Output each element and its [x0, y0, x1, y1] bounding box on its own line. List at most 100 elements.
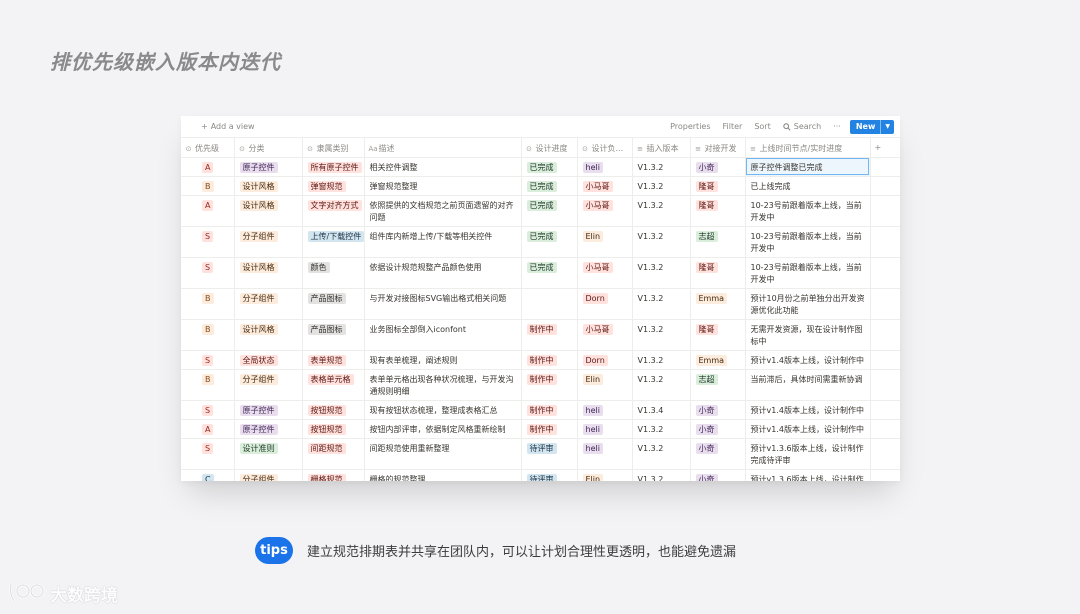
cell-category[interactable]: 原子控件	[234, 157, 303, 177]
cell-version[interactable]: V1.3.2	[632, 157, 691, 177]
table-row[interactable]: A 原子控件 按钮规范 按钮内部评审，依据制定风格重新绘制 制作中 heli V1.3.2 小…	[181, 419, 900, 439]
cell-version[interactable]: V1.3.4	[632, 400, 691, 420]
cell-timeline[interactable]: 预计v1.4版本上线，设计制作中	[745, 400, 871, 420]
table-row[interactable]: B 分子组件 表格单元格 表单单元格出现各种状况梳理，与开发沟通规则明细 制作中 Elin…	[181, 369, 900, 401]
cell-category[interactable]: 分子组件	[234, 469, 303, 481]
column-header-version[interactable]: ≡ 插入版本	[632, 138, 691, 158]
cell-version[interactable]: V1.3.2	[632, 226, 691, 258]
cell-prio[interactable]: A	[181, 195, 235, 227]
table-row[interactable]: C 分子组件 栅格规范 栅格的规范整理 待评审 Elin V1.3.2 小奇 预计v1.3.6版…	[181, 469, 900, 481]
cell-desc[interactable]: 业务图标全部倒入iconfont	[364, 319, 522, 351]
cell-dev[interactable]: 小奇	[690, 419, 746, 439]
cell-category[interactable]: 设计风格	[234, 195, 303, 227]
cell-timeline[interactable]: 10-23号前跟着版本上线，当前开发中	[745, 226, 871, 258]
cell-dev[interactable]: 志超	[690, 226, 746, 258]
cell-dev[interactable]: 小奇	[690, 400, 746, 420]
cell-category[interactable]: 全局状态	[234, 350, 303, 370]
column-header-owner[interactable]: ⊙ 设计负...	[577, 138, 633, 158]
table-row[interactable]: S 设计准则 间距规范 间距规范使用重新整理 待评审 heli V1.3.2 小奇 预计v1.3…	[181, 438, 900, 470]
cell-prio[interactable]: S	[181, 400, 235, 420]
cell-owner[interactable]: 小马哥	[577, 319, 633, 351]
cell-dev[interactable]: 隆哥	[690, 257, 746, 289]
cell-prio[interactable]: A	[181, 157, 235, 177]
cell-category[interactable]: 分子组件	[234, 226, 303, 258]
cell-version[interactable]: V1.3.2	[632, 257, 691, 289]
cell-prio[interactable]: B	[181, 369, 235, 401]
cell-version[interactable]: V1.3.2	[632, 438, 691, 470]
cell-timeline[interactable]: 预计v1.3.6版本上线，设计制作完成待评审	[745, 438, 871, 470]
cell-category[interactable]: 原子控件	[234, 400, 303, 420]
properties-button[interactable]: Properties	[670, 122, 710, 131]
column-header-category[interactable]: ⊙ 分类	[234, 138, 303, 158]
cell-category[interactable]: 分子组件	[234, 288, 303, 320]
cell-progress[interactable]: 制作中	[521, 400, 578, 420]
cell-subcategory[interactable]: 表单规范	[302, 350, 365, 370]
new-button[interactable]: New ▼	[849, 119, 894, 134]
cell-prio[interactable]: S	[181, 350, 235, 370]
cell-owner[interactable]: Elin	[577, 226, 633, 258]
cell-desc[interactable]: 现有表单梳理，阐述规则	[364, 350, 522, 370]
cell-desc[interactable]: 依据设计规范规整产品颜色使用	[364, 257, 522, 289]
cell-category[interactable]: 设计准则	[234, 438, 303, 470]
cell-owner[interactable]: Dorn	[577, 288, 633, 320]
cell-desc[interactable]: 弹窗规范整理	[364, 176, 522, 196]
cell-owner[interactable]: 小马哥	[577, 195, 633, 227]
cell-progress[interactable]: 制作中	[521, 419, 578, 439]
cell-owner[interactable]: Dorn	[577, 350, 633, 370]
cell-owner[interactable]: 小马哥	[577, 257, 633, 289]
cell-timeline[interactable]: 预计v1.3.6版本上线，设计制作完成待评审	[745, 469, 871, 481]
sort-button[interactable]: Sort	[754, 122, 770, 131]
cell-dev[interactable]: Emma	[690, 350, 746, 370]
cell-dev[interactable]: 隆哥	[690, 319, 746, 351]
cell-dev[interactable]: 隆哥	[690, 195, 746, 227]
cell-prio[interactable]: B	[181, 319, 235, 351]
cell-dev[interactable]: 小奇	[690, 469, 746, 481]
add-column-button[interactable]: +	[870, 138, 900, 158]
cell-dev[interactable]: Emma	[690, 288, 746, 320]
chevron-down-icon[interactable]: ▼	[880, 119, 894, 134]
column-header-dev[interactable]: ≡ 对接开发	[690, 138, 746, 158]
cell-progress[interactable]: 已完成	[521, 157, 578, 177]
cell-dev[interactable]: 小奇	[690, 157, 746, 177]
search-button[interactable]: Search	[783, 122, 821, 131]
cell-timeline[interactable]: 已上线完成	[745, 176, 871, 196]
cell-prio[interactable]: A	[181, 419, 235, 439]
column-header-subcategory[interactable]: ⊙ 隶属类别	[302, 138, 365, 158]
cell-version[interactable]: V1.3.2	[632, 176, 691, 196]
table-row[interactable]: B 分子组件 产品图标 与开发对接图标SVG输出格式相关问题 Dorn V1.3.2 Emm…	[181, 288, 900, 320]
cell-progress[interactable]: 制作中	[521, 319, 578, 351]
cell-desc[interactable]: 栅格的规范整理	[364, 469, 522, 481]
table-row[interactable]: S 分子组件 上传/下载控件 组件库内新增上传/下载等相关控件 已完成 Elin V1.3.…	[181, 226, 900, 258]
table-row[interactable]: S 设计风格 颜色 依据设计规范规整产品颜色使用 已完成 小马哥 V1.3.2 隆哥 10-23…	[181, 257, 900, 289]
cell-owner[interactable]: Elin	[577, 469, 633, 481]
table-row[interactable]: S 全局状态 表单规范 现有表单梳理，阐述规则 制作中 Dorn V1.3.2 Emma 预计v…	[181, 350, 900, 370]
cell-desc[interactable]: 依照提供的文档规范之前页面遗留的对齐问题	[364, 195, 522, 227]
cell-category[interactable]: 原子控件	[234, 419, 303, 439]
cell-category[interactable]: 设计风格	[234, 257, 303, 289]
cell-timeline[interactable]: 当前滞后，具体时间需重新协调	[745, 369, 871, 401]
cell-progress[interactable]: 已完成	[521, 226, 578, 258]
table-row[interactable]: S 原子控件 按钮规范 现有按钮状态梳理，整理成表格汇总 制作中 heli V1.3.4 小奇…	[181, 400, 900, 420]
table-row[interactable]: B 设计风格 弹窗规范 弹窗规范整理 已完成 小马哥 V1.3.2 隆哥 已上线完成	[181, 176, 900, 196]
cell-dev[interactable]: 隆哥	[690, 176, 746, 196]
cell-owner[interactable]: heli	[577, 157, 633, 177]
cell-category[interactable]: 设计风格	[234, 319, 303, 351]
column-header-progress[interactable]: ⊙ 设计进度	[521, 138, 578, 158]
cell-timeline[interactable]: 预计v1.4版本上线，设计制作中	[745, 419, 871, 439]
cell-timeline[interactable]: 预计10月份之前单独分出开发资源优化此功能	[745, 288, 871, 320]
cell-progress[interactable]: 已完成	[521, 257, 578, 289]
cell-prio[interactable]: B	[181, 176, 235, 196]
table-row[interactable]: B 设计风格 产品图标 业务图标全部倒入iconfont 制作中 小马哥 V1.3.2 隆哥 无…	[181, 319, 900, 351]
cell-desc[interactable]: 按钮内部评审，依据制定风格重新绘制	[364, 419, 522, 439]
cell-prio[interactable]: S	[181, 257, 235, 289]
cell-dev[interactable]: 小奇	[690, 438, 746, 470]
cell-prio[interactable]: C	[181, 469, 235, 481]
cell-progress[interactable]: 制作中	[521, 369, 578, 401]
cell-owner[interactable]: heli	[577, 400, 633, 420]
cell-version[interactable]: V1.3.2	[632, 419, 691, 439]
cell-subcategory[interactable]: 表格单元格	[302, 369, 365, 401]
cell-progress[interactable]: 已完成	[521, 176, 578, 196]
cell-progress[interactable]	[521, 288, 578, 320]
filter-button[interactable]: Filter	[723, 122, 743, 131]
cell-subcategory[interactable]: 颜色	[302, 257, 365, 289]
